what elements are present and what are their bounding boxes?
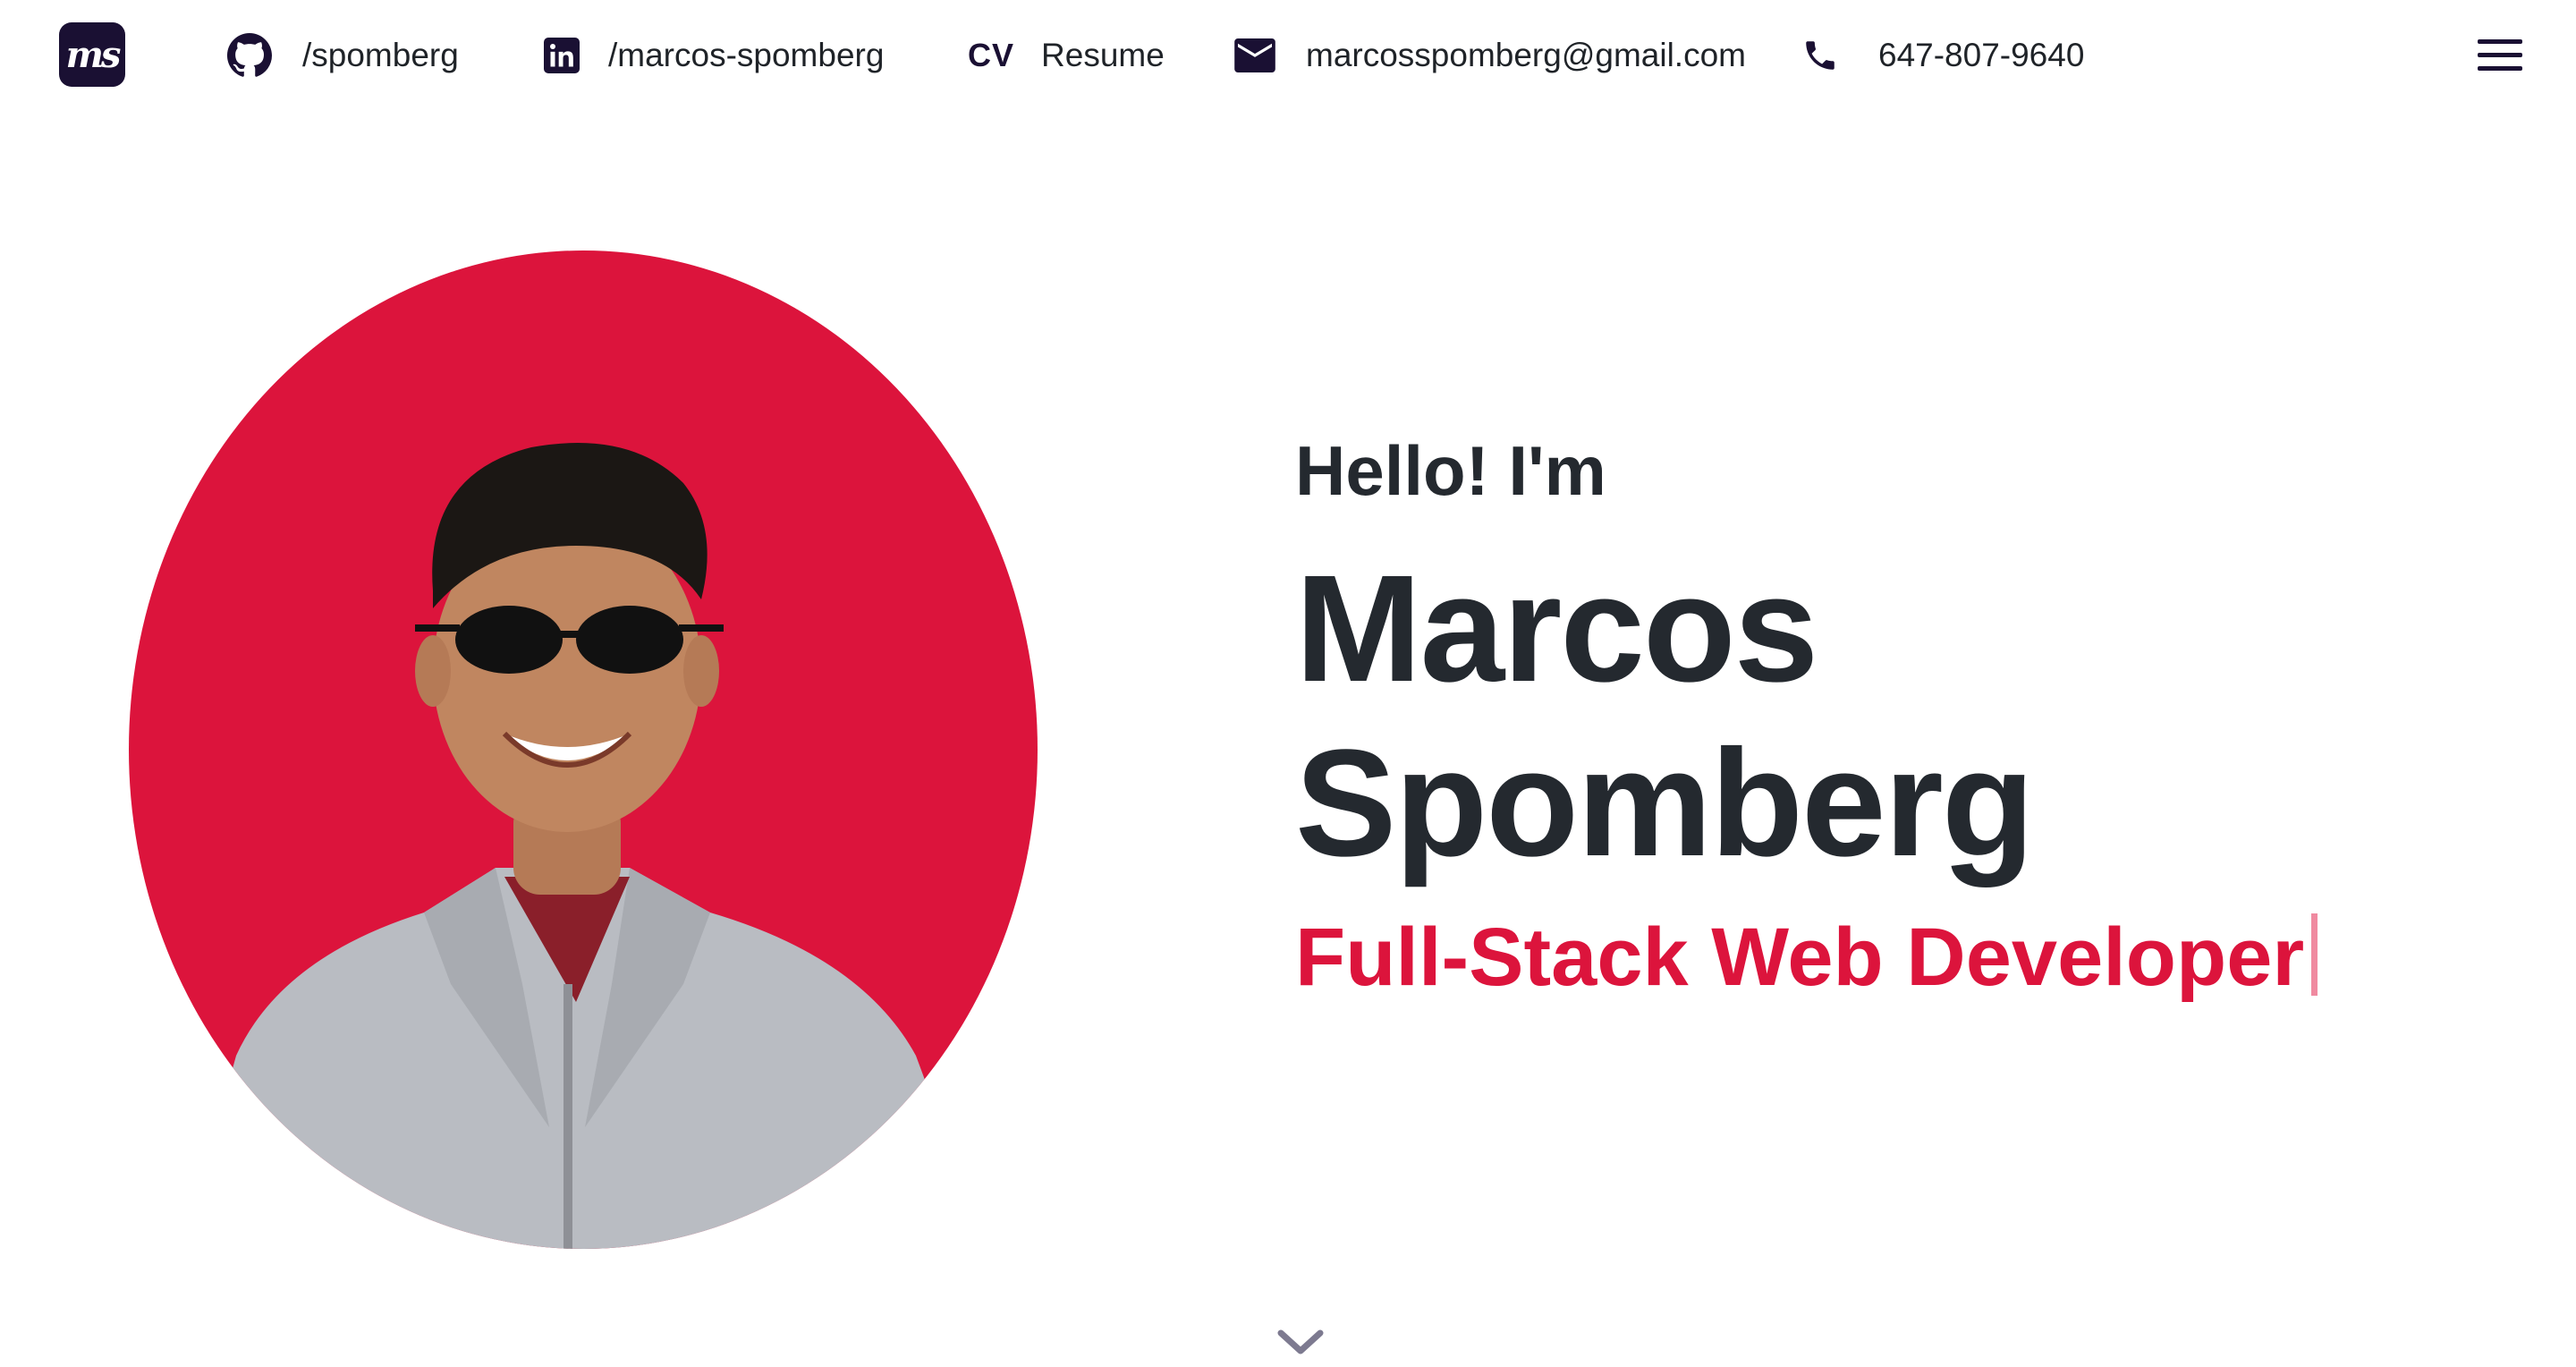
phone-icon	[1801, 37, 1839, 74]
profile-photo-illustration	[129, 250, 1038, 1249]
top-navigation: ms /spomberg /marcos-spomberg CV Resume …	[0, 0, 2576, 111]
cv-icon: CV	[968, 37, 1015, 73]
chevron-down-icon[interactable]	[1275, 1324, 1326, 1360]
logo-text: ms	[65, 33, 122, 76]
site-logo[interactable]: ms	[59, 22, 125, 87]
portfolio-page: ms /spomberg /marcos-spomberg CV Resume …	[0, 0, 2576, 1367]
phone-link[interactable]: 647-807-9640	[1801, 27, 2084, 84]
menu-bar	[2478, 53, 2522, 57]
email-link-label: marcosspomberg@gmail.com	[1306, 37, 1746, 73]
hero-role: Full-Stack Web Developer	[1295, 908, 2458, 1006]
resume-link[interactable]: CV Resume	[968, 27, 1165, 84]
hero-last-name: Spomberg	[1295, 718, 2035, 889]
hamburger-menu-icon[interactable]	[2476, 34, 2526, 77]
hero-name: Marcos Spomberg	[1295, 542, 2458, 892]
typing-cursor	[2311, 913, 2318, 996]
hero-first-name: Marcos	[1295, 543, 1818, 714]
hero-role-text: Full-Stack Web Developer	[1295, 911, 2305, 1003]
linkedin-icon	[544, 38, 580, 73]
github-link-label: /spomberg	[302, 37, 459, 73]
menu-bar	[2478, 39, 2522, 44]
mail-icon	[1234, 38, 1275, 72]
resume-link-label: Resume	[1041, 37, 1165, 73]
email-link[interactable]: marcosspomberg@gmail.com	[1234, 27, 1746, 84]
linkedin-link[interactable]: /marcos-spomberg	[544, 27, 884, 84]
hero-intro: Hello! I'm Marcos Spomberg Full-Stack We…	[1295, 429, 2458, 1006]
hero-greeting: Hello! I'm	[1295, 431, 1606, 510]
profile-photo	[129, 250, 1038, 1249]
linkedin-link-label: /marcos-spomberg	[608, 37, 885, 73]
github-link[interactable]: /spomberg	[227, 27, 459, 84]
menu-bar	[2478, 66, 2522, 71]
github-icon	[227, 33, 272, 78]
phone-link-label: 647-807-9640	[1878, 37, 2085, 73]
